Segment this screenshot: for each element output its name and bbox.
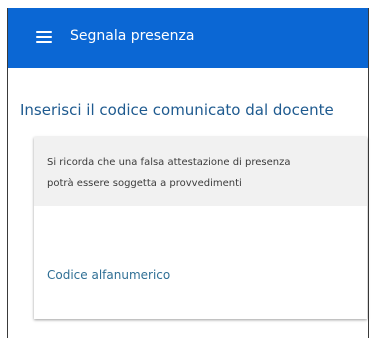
notice-line-2: potrà essere soggetta a provvedimenti	[47, 178, 242, 189]
app-bar: Segnala presenza	[8, 8, 368, 68]
code-input[interactable]: Codice alfanumerico	[47, 265, 347, 285]
page-heading: Inserisci il codice comunicato dal docen…	[20, 101, 334, 119]
notice-box: Si ricorda che una falsa attestazione di…	[34, 137, 367, 206]
app-title: Segnala presenza	[70, 28, 195, 44]
app-window: Segnala presenza Inserisci il codice com…	[7, 8, 369, 338]
hamburger-menu-icon[interactable]	[36, 30, 52, 44]
attendance-card: Si ricorda che una falsa attestazione di…	[34, 137, 367, 319]
notice-line-1: Si ricorda che una falsa attestazione di…	[47, 157, 291, 168]
